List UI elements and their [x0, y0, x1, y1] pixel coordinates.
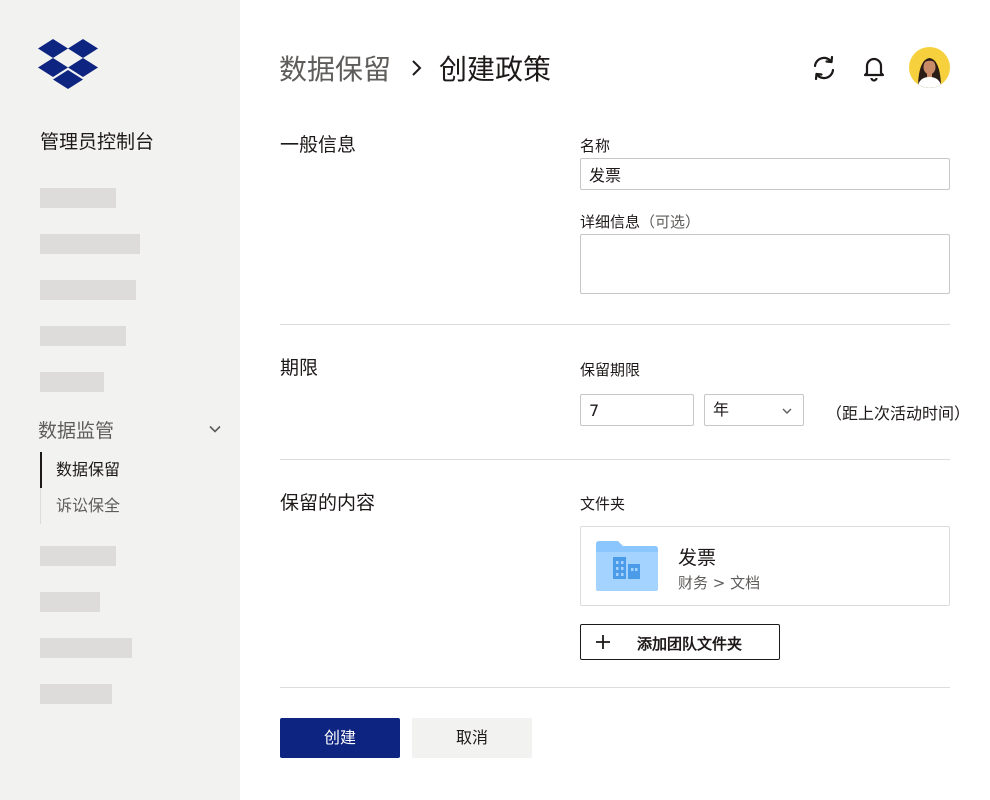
- nav-placeholder[interactable]: [40, 372, 104, 392]
- create-button[interactable]: 创建: [280, 718, 400, 758]
- nav-placeholder[interactable]: [40, 546, 116, 566]
- retention-period-input[interactable]: [580, 394, 694, 426]
- optional-hint: （可选）: [640, 213, 701, 231]
- nav-group-label: 数据监管: [38, 420, 115, 442]
- nav-placeholder[interactable]: [40, 188, 116, 208]
- name-input[interactable]: [580, 158, 950, 190]
- retention-label: 保留期限: [580, 361, 641, 379]
- nav-placeholder[interactable]: [40, 638, 132, 658]
- sidebar-item-legal-hold[interactable]: 诉讼保全: [40, 488, 160, 524]
- dropbox-logo-icon[interactable]: [38, 39, 98, 89]
- nav-group-data-governance[interactable]: 数据监管: [38, 416, 228, 442]
- avatar-person-icon: [917, 58, 942, 88]
- breadcrumb-parent[interactable]: 数据保留: [279, 48, 391, 88]
- name-label: 名称: [580, 137, 611, 155]
- retention-unit-select[interactable]: 年: [704, 394, 804, 426]
- folder-label: 文件夹: [580, 495, 626, 513]
- page-title: 创建政策: [439, 53, 552, 86]
- folder-card[interactable]: 发票 财务 > 文档: [580, 526, 950, 606]
- nav-placeholder[interactable]: [40, 684, 112, 704]
- section-title-general: 一般信息: [280, 134, 357, 156]
- nav-placeholder[interactable]: [40, 234, 140, 254]
- folder-path: 财务 > 文档: [678, 574, 761, 592]
- breadcrumb: 数据保留 创建政策: [279, 48, 551, 88]
- nav-placeholder[interactable]: [40, 592, 100, 612]
- team-folder-icon: [596, 541, 658, 591]
- sync-icon[interactable]: [810, 54, 838, 82]
- bell-icon[interactable]: [860, 54, 888, 82]
- divider: [280, 324, 950, 325]
- chevron-right-icon: [412, 60, 422, 76]
- console-title: 管理员控制台: [40, 131, 155, 153]
- retention-unit-value: 年: [713, 400, 730, 419]
- divider: [280, 687, 950, 688]
- folder-name: 发票: [678, 547, 717, 569]
- nav-placeholder[interactable]: [40, 326, 126, 346]
- sidebar: 管理员控制台 数据监管 数据保留 诉讼保全: [0, 0, 240, 800]
- avatar[interactable]: [909, 47, 950, 88]
- plus-icon: [596, 635, 610, 649]
- details-textarea[interactable]: [580, 234, 950, 294]
- nav-placeholder[interactable]: [40, 280, 136, 300]
- details-label-text: 详细信息: [580, 213, 641, 231]
- section-title-period: 期限: [280, 357, 319, 379]
- after-activity-text: （距上次活动时间）: [826, 404, 971, 423]
- details-label: 详细信息（可选）: [580, 211, 700, 232]
- sidebar-item-data-retention[interactable]: 数据保留: [40, 452, 160, 488]
- divider: [280, 459, 950, 460]
- add-team-folder-button[interactable]: 添加团队文件夹: [580, 624, 780, 660]
- cancel-button[interactable]: 取消: [412, 718, 532, 758]
- chevron-down-icon: [782, 408, 792, 414]
- add-team-folder-label: 添加团队文件夹: [637, 635, 743, 653]
- chevron-down-icon: [209, 425, 221, 433]
- section-title-content: 保留的内容: [280, 492, 376, 514]
